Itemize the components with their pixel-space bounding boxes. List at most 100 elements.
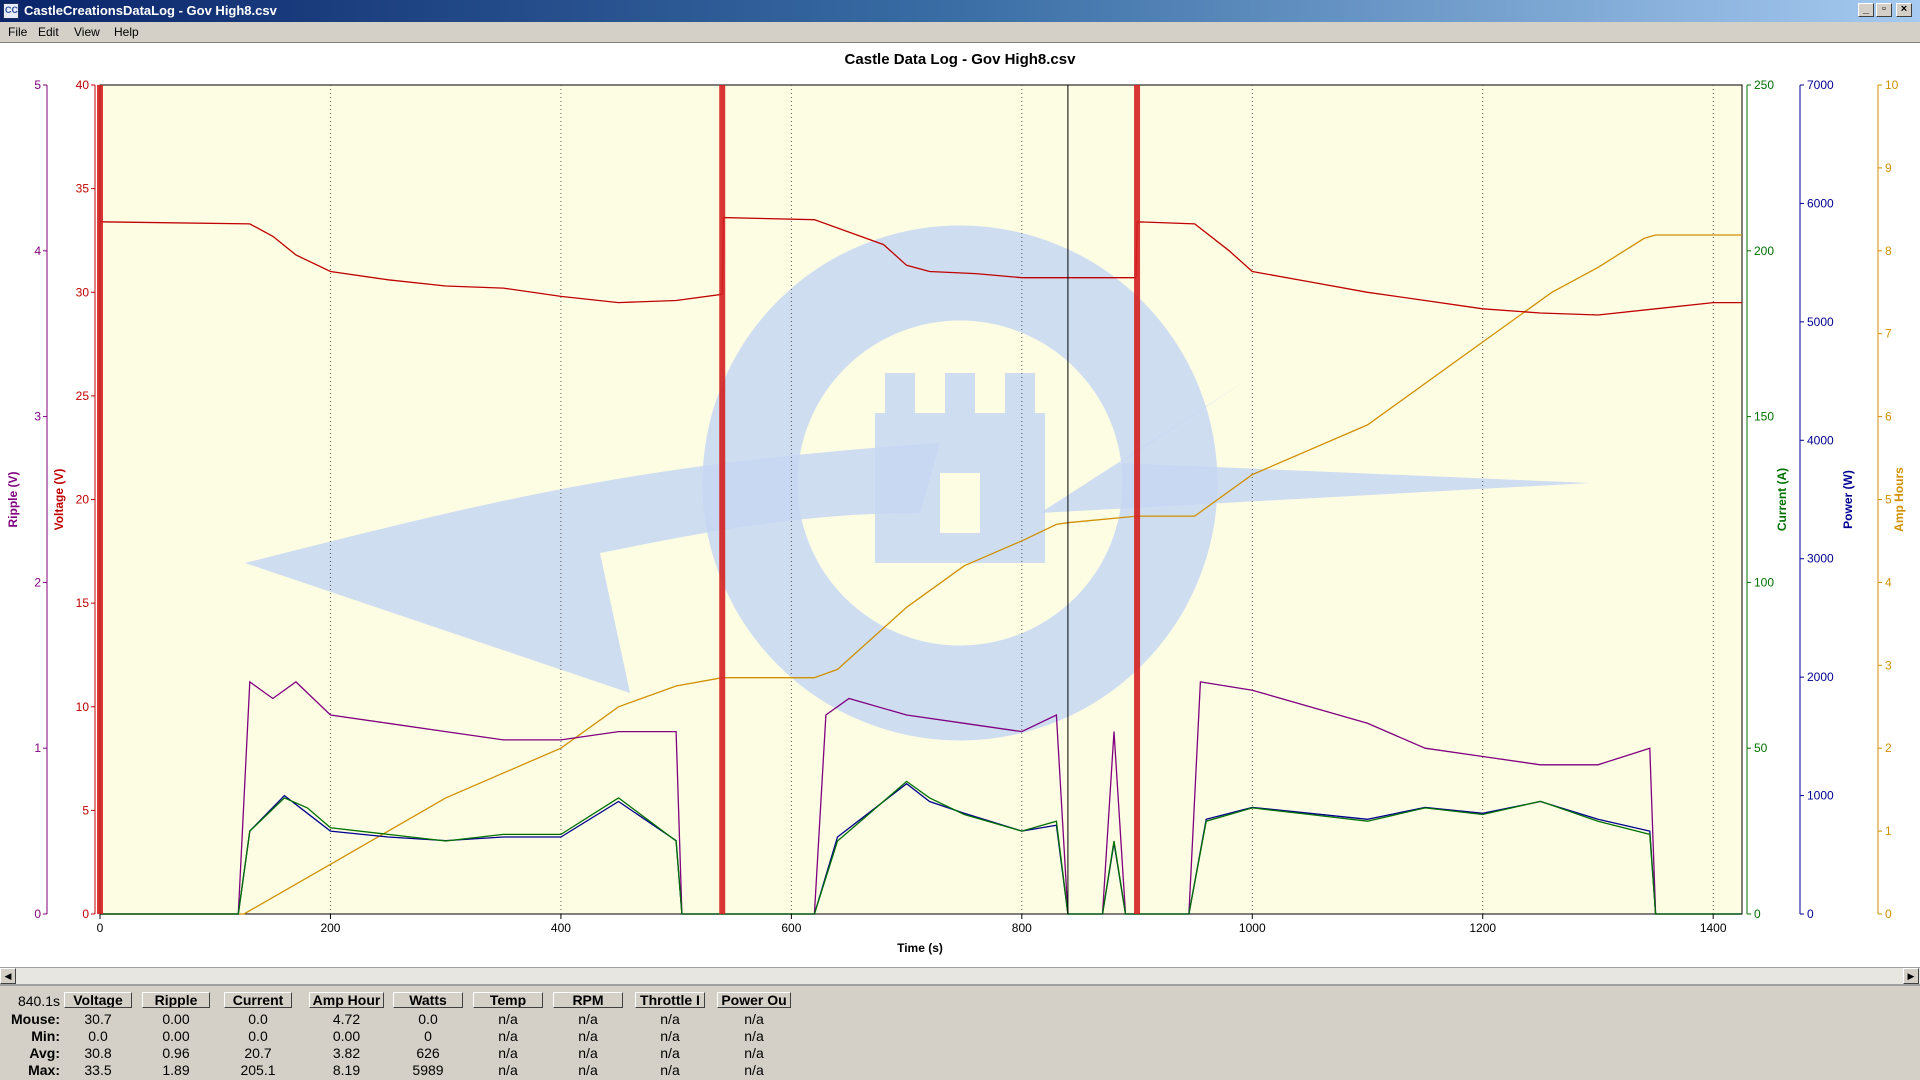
tick-label-amp_hours: 2 [1885,741,1892,755]
stat-cell: n/a [660,1045,680,1061]
tick-label-amp_hours: 1 [1885,824,1892,838]
scroll-right-icon[interactable]: ▶ [1903,968,1919,984]
column-header[interactable]: Temp [473,992,543,1008]
stat-cell: 30.7 [84,1011,112,1027]
axis-label-power: Power (W) [1841,470,1855,529]
stat-cell: 0.0 [248,1028,268,1044]
x-tick-label: 1000 [1239,921,1266,935]
tick-label-amp_hours: 10 [1885,78,1899,92]
tick-label-amp_hours: 8 [1885,244,1892,258]
menu-help[interactable]: Help [112,25,141,39]
column-header[interactable]: Current [224,992,292,1008]
column-header[interactable]: Amp Hour [309,992,384,1008]
stat-cell: n/a [744,1011,764,1027]
app-icon [3,3,19,19]
column-header[interactable]: RPM [553,992,623,1008]
stat-cell: 3.82 [332,1045,361,1061]
tick-label-current: 150 [1754,410,1774,424]
tick-label-amp_hours: 0 [1885,907,1892,921]
stat-cell: 4.72 [332,1011,361,1027]
stat-cell: n/a [578,1062,598,1078]
tick-label-voltage: 25 [76,389,90,403]
window-title: CastleCreationsDataLog - Gov High8.csv [24,3,277,18]
tick-label-ripple: 2 [34,575,41,589]
stat-cell: n/a [660,1011,680,1027]
stat-cell: n/a [578,1045,598,1061]
scroll-left-icon[interactable]: ◀ [0,968,16,984]
tick-label-voltage: 20 [76,493,90,507]
stat-cell: 0.0 [418,1011,438,1027]
tick-label-power: 5000 [1807,315,1834,329]
stat-cell: 5989 [412,1062,444,1078]
tick-label-ripple: 3 [34,410,41,424]
tick-label-current: 200 [1754,244,1774,258]
stat-cell: n/a [578,1011,598,1027]
menu-view[interactable]: View [72,25,102,39]
stat-cell: 0.00 [332,1028,361,1044]
column-header[interactable]: Watts [393,992,463,1008]
horizontal-scrollbar[interactable]: ◀ ▶ [0,967,1920,984]
tick-label-ripple: 1 [34,741,41,755]
tick-label-current: 100 [1754,575,1774,589]
column-header[interactable]: Voltage [64,992,132,1008]
axis-label-current: Current (A) [1775,468,1789,531]
stat-cell: n/a [498,1045,518,1061]
stat-cell: n/a [498,1011,518,1027]
stat-cell: 0.00 [162,1011,190,1027]
stat-cell: 0.00 [162,1028,190,1044]
tick-label-ripple: 5 [34,78,41,92]
tick-label-voltage: 15 [76,596,90,610]
x-tick-label: 1400 [1700,921,1727,935]
stat-cell: 205.1 [240,1062,276,1078]
x-tick-label: 800 [1012,921,1032,935]
tick-label-amp_hours: 4 [1885,575,1892,589]
tick-label-ripple: 0 [34,907,41,921]
minimize-button[interactable]: _ [1858,3,1874,17]
stat-cell: 1.89 [162,1062,190,1078]
stat-cell: 0 [424,1028,432,1044]
row-label: Min: [31,1028,60,1044]
tick-label-power: 7000 [1807,78,1834,92]
x-tick-label: 1200 [1469,921,1496,935]
tick-label-amp_hours: 6 [1885,410,1892,424]
cursor-time: 840.1s [17,993,60,1009]
stat-cell: n/a [660,1028,680,1044]
stat-cell: n/a [744,1062,764,1078]
tick-label-amp_hours: 3 [1885,658,1892,672]
tick-label-power: 6000 [1807,196,1834,210]
stat-cell: 20.7 [244,1045,272,1061]
axis-label-voltage: Voltage (V) [52,469,66,531]
stat-cell: 626 [416,1045,440,1061]
tick-label-power: 4000 [1807,433,1834,447]
stat-cell: n/a [578,1028,598,1044]
tick-label-current: 250 [1754,78,1774,92]
tick-label-amp_hours: 9 [1885,161,1892,175]
tick-label-ripple: 4 [34,244,41,258]
stat-cell: n/a [744,1028,764,1044]
stat-cell: n/a [498,1062,518,1078]
data-log-chart[interactable]: 0 200 400 600 800 1000 1200 1400012345Ripple (V… [0,43,1920,968]
tick-label-power: 3000 [1807,552,1834,566]
title-bar: CastleCreationsDataLog - Gov High8.csv _… [0,0,1920,22]
tick-label-voltage: 10 [76,700,90,714]
chart-panel[interactable]: 0 200 400 600 800 1000 1200 1400 0 1 2 3 4 5 Ripple (V… [0,42,1920,968]
tick-label-power: 0 [1807,907,1814,921]
stat-cell: 0.0 [88,1028,108,1044]
stat-cell: n/a [744,1045,764,1061]
row-label: Max: [28,1062,60,1078]
stat-cell: 33.5 [84,1062,112,1078]
tick-label-voltage: 40 [76,78,90,92]
tick-label-amp_hours: 7 [1885,327,1892,341]
column-header[interactable]: Throttle I [635,992,705,1008]
x-tick-label: 0 [97,921,104,935]
stats-panel: 840.1s Voltage Ripple Current Amp Hour Watts… [0,984,1920,1080]
menu-bar: File Edit View Help [0,22,1920,42]
segment-marker [1134,85,1141,914]
column-header[interactable]: Power Ou [717,992,791,1008]
close-button[interactable]: × [1896,3,1912,17]
menu-file[interactable]: File [6,25,29,39]
stat-cell: 0.96 [162,1045,190,1061]
column-header[interactable]: Ripple [142,992,210,1008]
maximize-button[interactable]: ▫ [1876,3,1892,17]
menu-edit[interactable]: Edit [36,25,61,39]
